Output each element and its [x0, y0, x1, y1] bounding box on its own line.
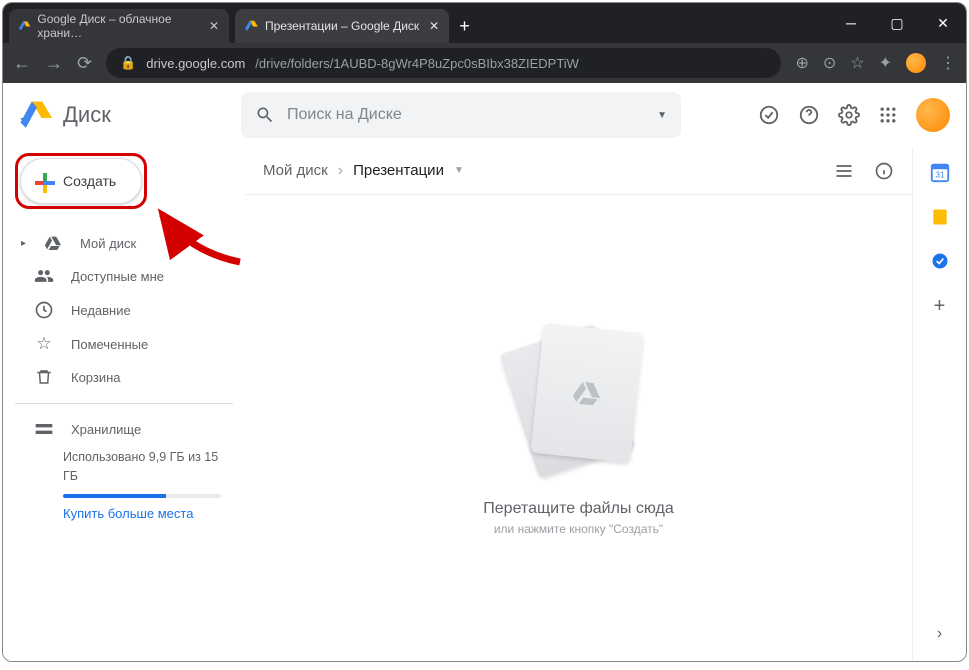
apps-grid-icon[interactable] [878, 105, 898, 125]
chevron-right-icon: › [338, 162, 343, 180]
maximize-button[interactable]: ▢ [874, 3, 920, 43]
calendar-icon[interactable]: 31 [929, 161, 951, 183]
drive-logo-icon [19, 97, 55, 133]
sidebar-item-storage[interactable]: Хранилище [15, 412, 233, 446]
star-icon: ☆ [33, 334, 55, 354]
tasks-icon[interactable] [930, 251, 950, 271]
tab-title: Google Диск – облачное храни… [37, 12, 199, 40]
empty-state: Перетащите файлы сюда или нажмите кнопку… [245, 195, 912, 661]
browser-tab[interactable]: Презентации – Google Диск ✕ [235, 9, 449, 43]
chevron-down-icon[interactable]: ▼ [657, 110, 667, 121]
browser-titlebar: Google Диск – облачное храни… ✕ Презента… [3, 3, 966, 43]
drive-logo[interactable]: Диск [19, 97, 229, 133]
help-icon[interactable] [798, 104, 820, 126]
drive-logo-icon [570, 377, 603, 410]
chevron-down-icon[interactable]: ▼ [454, 165, 464, 176]
close-icon[interactable]: ✕ [429, 19, 439, 33]
sidebar-item-starred[interactable]: ☆ Помеченные [15, 327, 233, 361]
side-panel: 31 + › [912, 147, 966, 661]
clock-icon [33, 300, 55, 320]
lock-icon: 🔒 [120, 55, 136, 71]
keep-icon[interactable] [930, 207, 950, 227]
nav-label: Недавние [71, 303, 131, 318]
trash-icon [33, 368, 55, 386]
info-icon[interactable] [874, 161, 894, 181]
close-window-button[interactable]: ✕ [920, 3, 966, 43]
back-button[interactable]: ← [13, 53, 31, 74]
storage-progress [63, 494, 221, 498]
drive-favicon-icon [245, 19, 259, 33]
nav-label: Помеченные [71, 337, 148, 352]
buy-storage-link[interactable]: Купить больше места [15, 506, 233, 521]
minimize-button[interactable]: ─ [828, 3, 874, 43]
new-tab-button[interactable]: + [459, 16, 470, 37]
url-path: /drive/folders/1AUBD-8gWr4P8uZpc0sBIbx38… [255, 56, 579, 71]
tab-title: Презентации – Google Диск [265, 19, 419, 33]
create-button-label: Создать [63, 173, 116, 189]
create-button-highlight: Создать [15, 153, 147, 209]
list-view-icon[interactable] [834, 161, 854, 181]
sidebar-item-recent[interactable]: Недавние [15, 293, 233, 327]
add-panel-icon[interactable]: + [934, 295, 946, 318]
avatar[interactable] [916, 98, 950, 132]
sidebar-item-trash[interactable]: Корзина [15, 361, 233, 393]
nav-label: Хранилище [71, 422, 141, 437]
offline-icon[interactable] [758, 104, 780, 126]
zoom-icon[interactable]: ⊕ [795, 53, 808, 73]
star-icon[interactable]: ☆ [850, 53, 864, 73]
search-box[interactable]: ▼ [241, 92, 681, 138]
search-icon[interactable]: ⊙ [823, 53, 836, 73]
profile-extension-icon[interactable] [906, 53, 926, 73]
nav-label: Корзина [71, 370, 121, 385]
drive-header: Диск ▼ [3, 83, 966, 147]
search-icon [255, 105, 275, 125]
drive-icon [42, 234, 64, 252]
close-icon[interactable]: ✕ [209, 19, 219, 33]
storage-usage-text: Использовано 9,9 ГБ из 15 ГБ [15, 446, 233, 486]
sidebar-item-shared[interactable]: Доступные мне [15, 259, 233, 293]
omnibox[interactable]: 🔒 drive.google.com/drive/folders/1AUBD-8… [106, 48, 781, 78]
main-content: Мой диск › Презентации ▼ [245, 147, 912, 661]
app-title: Диск [63, 102, 111, 128]
breadcrumb-current[interactable]: Презентации [353, 162, 444, 179]
search-input[interactable] [287, 106, 645, 124]
browser-tab[interactable]: Google Диск – облачное храни… ✕ [9, 9, 229, 43]
empty-illustration [489, 320, 669, 480]
browser-address-bar: ← → ⟳ 🔒 drive.google.com/drive/folders/1… [3, 43, 966, 83]
menu-icon[interactable]: ⋮ [940, 53, 956, 73]
sidebar-item-mydisk[interactable]: ▸ Мой диск [15, 227, 233, 259]
extensions-icon[interactable]: ✦ [879, 53, 892, 73]
forward-button[interactable]: → [45, 53, 63, 74]
plus-icon [33, 171, 53, 191]
create-button[interactable]: Создать [20, 158, 142, 204]
collapse-panel-icon[interactable]: › [937, 625, 942, 643]
gear-icon[interactable] [838, 104, 860, 126]
sidebar: Создать ▸ Мой диск Доступные мне [3, 147, 245, 661]
empty-subtitle: или нажмите кнопку "Создать" [494, 522, 663, 536]
svg-text:31: 31 [935, 171, 945, 180]
nav-label: Доступные мне [71, 269, 164, 284]
url-host: drive.google.com [146, 56, 245, 71]
breadcrumb: Мой диск › Презентации ▼ [245, 147, 912, 195]
breadcrumb-root[interactable]: Мой диск [263, 162, 328, 179]
chevron-right-icon: ▸ [21, 238, 26, 249]
reload-button[interactable]: ⟳ [77, 53, 92, 74]
drive-favicon-icon [19, 19, 31, 33]
storage-icon [33, 419, 55, 439]
people-icon [33, 266, 55, 286]
nav-label: Мой диск [80, 236, 136, 251]
empty-title: Перетащите файлы сюда [483, 500, 673, 518]
